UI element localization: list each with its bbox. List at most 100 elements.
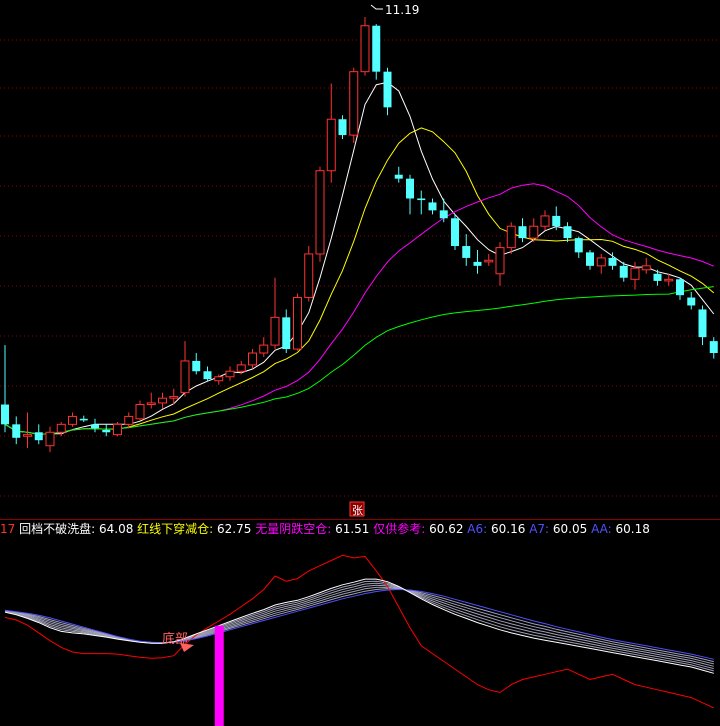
legend-item-value: 60.18	[615, 522, 650, 536]
candle-body	[56, 423, 66, 433]
candle-body	[394, 174, 403, 179]
indicator-legend: 17 回档不破洗盘: 64.08 红线下穿减仓: 62.75 无量阴跌空仓: 6…	[0, 520, 720, 538]
candle-body	[236, 364, 246, 372]
candle	[169, 388, 179, 405]
candle	[135, 400, 145, 421]
candle	[23, 412, 32, 449]
stock-chart: 11.19 张 底部	[0, 3, 720, 726]
candle	[192, 353, 201, 375]
candle-body	[630, 267, 640, 280]
candle-body	[214, 376, 224, 382]
candle	[540, 210, 550, 231]
candle-body	[462, 246, 471, 258]
candle-body	[282, 317, 291, 350]
candle-body	[146, 402, 156, 406]
candle	[338, 115, 347, 140]
candle-body	[563, 226, 572, 239]
candle-body	[372, 25, 381, 72]
legend-item: 仅供参考: 60.62	[373, 522, 467, 536]
legend-item: A6: 60.16	[467, 522, 529, 536]
candle-body	[552, 215, 561, 227]
candle	[349, 67, 359, 144]
candle	[293, 293, 302, 351]
legend-item-label: 回档不破洗盘:	[19, 522, 96, 536]
candle-body	[495, 247, 505, 275]
candle	[34, 424, 43, 445]
candle	[641, 257, 651, 274]
candle	[574, 236, 583, 258]
candle-body	[687, 297, 696, 306]
legend-item-label: 红线下穿减仓:	[137, 522, 214, 536]
legend-item-value: 64.08	[98, 522, 138, 536]
white-line	[4, 578, 714, 674]
candle-body	[619, 265, 628, 278]
candle-body	[79, 418, 88, 421]
candle	[259, 337, 269, 357]
candle-body	[338, 119, 347, 136]
candle-body	[45, 431, 55, 447]
legend-item: 红线下穿减仓: 62.75	[137, 522, 255, 536]
legend-item-label: A7:	[529, 522, 550, 536]
candle	[203, 366, 212, 381]
fan-line	[4, 582, 714, 670]
candle-body	[192, 360, 201, 372]
legend-left-number: 17	[0, 522, 16, 536]
candle	[495, 242, 505, 286]
red-line	[4, 554, 715, 709]
candle-body	[518, 226, 527, 239]
candle	[451, 214, 459, 250]
candle	[462, 234, 471, 266]
candle-body	[473, 261, 482, 266]
candle	[506, 222, 516, 254]
candle	[473, 249, 482, 274]
candle	[158, 392, 167, 409]
ma-lines	[4, 81, 715, 435]
candle	[68, 412, 77, 427]
candle	[304, 246, 314, 302]
candle-body	[596, 257, 606, 267]
candle-body	[248, 352, 257, 366]
candle-body	[113, 423, 122, 436]
rise-marker-label: 张	[352, 504, 363, 517]
candle-body	[304, 253, 314, 299]
candle-body	[180, 360, 190, 394]
blue-line	[4, 588, 714, 660]
candle-body	[383, 71, 392, 108]
candle	[698, 305, 707, 346]
candle	[282, 309, 291, 354]
candle-body	[169, 396, 179, 399]
candle-body	[540, 215, 550, 227]
candle	[484, 253, 494, 266]
candle-body	[608, 257, 617, 266]
candle	[394, 166, 403, 183]
legend-item-value: 60.62	[429, 522, 468, 536]
ma60-line	[4, 286, 714, 435]
candle-body	[124, 415, 134, 425]
candle-body	[315, 170, 325, 255]
candle	[180, 341, 190, 397]
candle	[439, 198, 448, 223]
candle	[225, 366, 235, 381]
candle-body	[102, 429, 111, 433]
bottom-annotation: 底部	[162, 631, 194, 652]
candle	[326, 83, 336, 183]
candle	[1, 345, 9, 433]
candle	[676, 277, 684, 300]
candle-body	[664, 278, 674, 282]
candle	[12, 416, 21, 445]
candle-body	[158, 397, 167, 404]
fan-line	[4, 586, 714, 665]
candle	[91, 418, 99, 433]
candle-body	[91, 424, 99, 429]
candle-body	[439, 210, 448, 219]
legend-item-label: 无量阴跌空仓:	[255, 522, 332, 536]
candle-body	[135, 404, 145, 420]
candle-body	[34, 432, 43, 441]
candle-body	[484, 259, 494, 263]
candle-body	[406, 178, 414, 199]
candle-body	[68, 415, 77, 425]
legend-item: 回档不破洗盘: 64.08	[19, 522, 137, 536]
candle-body	[225, 370, 235, 378]
legend-item-label: AA:	[591, 522, 612, 536]
candle	[248, 349, 257, 369]
